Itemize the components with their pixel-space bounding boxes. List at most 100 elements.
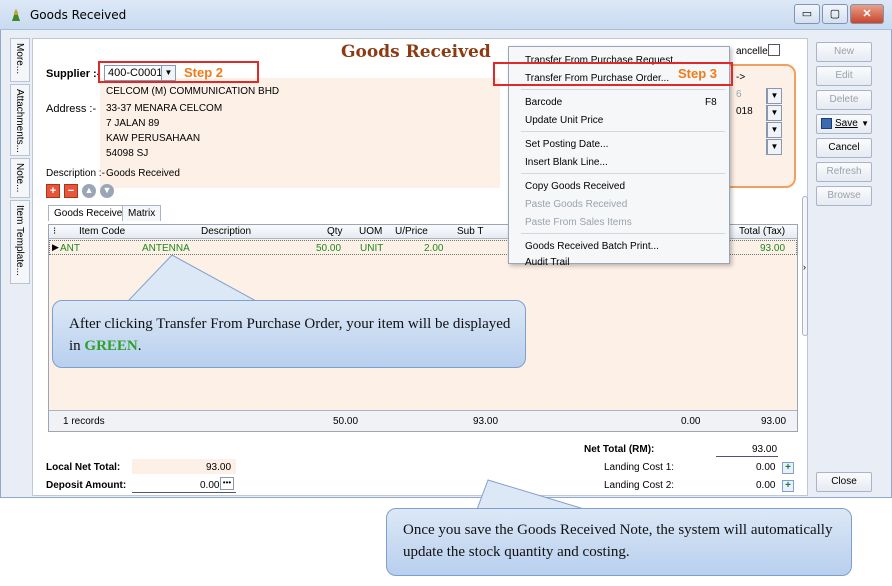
address-line-2: 7 JALAN 89 <box>106 118 160 129</box>
menu-item-paste-sales-items[interactable]: Paste From Sales Items <box>525 217 632 228</box>
title-bar[interactable]: Goods Received <box>0 0 892 30</box>
delete-button[interactable]: Delete <box>816 90 872 110</box>
combo-4[interactable]: ▼ <box>766 139 782 155</box>
side-tab-attachments[interactable]: Attachments... <box>10 84 30 156</box>
address-line-1: 33-37 MENARA CELCOM <box>106 103 223 114</box>
app-icon <box>12 9 20 21</box>
address-label: Address :- <box>46 103 97 115</box>
save-note-callout: Once you save the Goods Received Note, t… <box>386 508 852 576</box>
col-subtotal[interactable]: Sub T <box>457 226 484 237</box>
col-description[interactable]: Description <box>201 226 251 237</box>
side-tab-note-label: Note... <box>14 163 25 193</box>
save-label: Save <box>835 118 858 129</box>
side-tab-item-template[interactable]: Item Template... <box>10 200 30 284</box>
footer-qty: 50.00 <box>333 416 359 427</box>
tab-matrix[interactable]: Matrix <box>122 205 162 221</box>
side-tab-note[interactable]: Note... <box>10 158 30 198</box>
menu-item-update-unit-price[interactable]: Update Unit Price <box>525 115 603 126</box>
menu-separator <box>521 131 725 132</box>
supplier-label: Supplier :- <box>46 68 101 80</box>
cancel-button[interactable]: Cancel <box>816 138 872 158</box>
maximize-button[interactable]: ▢ <box>822 4 848 24</box>
col-qty[interactable]: Qty <box>327 226 343 237</box>
landing-cost1-value[interactable]: 0.00 <box>756 462 775 473</box>
row-qty[interactable]: 50.00 <box>316 243 341 254</box>
col-item-code[interactable]: Item Code <box>79 226 125 237</box>
partial-field-date: 018 <box>736 106 753 117</box>
refresh-button[interactable]: Refresh <box>816 162 872 182</box>
move-up-icon[interactable]: ▲ <box>82 184 96 198</box>
add-row-icon[interactable]: + <box>46 184 60 198</box>
row-item-code[interactable]: ANT <box>60 243 80 254</box>
local-net-total-value: 93.00 <box>206 462 232 473</box>
combo-1[interactable]: ▼ <box>766 88 782 104</box>
save-button[interactable]: Save ▼ <box>816 114 872 134</box>
menu-item-insert-blank-line[interactable]: Insert Blank Line... <box>525 157 608 168</box>
chevron-down-icon[interactable]: ▼ <box>767 140 781 154</box>
add-landing-cost2-icon[interactable]: + <box>782 480 794 492</box>
column-selector-icon[interactable]: ⁝ <box>53 226 56 237</box>
footer-records: 1 records <box>63 416 105 427</box>
grid-footer: 1 records 50.00 93.00 0.00 93.00 <box>49 410 797 430</box>
chevron-down-icon[interactable]: ▼ <box>767 89 781 103</box>
menu-item-paste-goods-received[interactable]: Paste Goods Received <box>525 199 627 210</box>
close-window-button[interactable]: ✕ <box>850 4 884 24</box>
footer-total: 93.00 <box>761 416 787 427</box>
callout-pointer-1 <box>126 255 257 302</box>
deposit-label: Deposit Amount: <box>46 480 127 491</box>
address-line-4: 54098 SJ <box>106 148 149 159</box>
side-tab-more[interactable]: More... <box>10 38 30 82</box>
cancelled-checkbox[interactable] <box>768 44 780 56</box>
side-tab-more-label: More... <box>14 43 25 75</box>
landing-cost1-label: Landing Cost 1: <box>604 462 675 473</box>
net-total-label: Net Total (RM): <box>584 444 655 455</box>
partial-field-number: 6 <box>736 89 742 100</box>
remove-row-icon[interactable]: − <box>64 184 78 198</box>
row-total-tax[interactable]: 93.00 <box>760 243 785 254</box>
menu-item-set-posting-date[interactable]: Set Posting Date... <box>525 139 608 150</box>
callout-text-2: Once you save the Goods Received Note, t… <box>403 522 833 560</box>
chevron-down-icon[interactable]: ▼ <box>767 106 781 120</box>
footer-subtotal: 93.00 <box>473 416 499 427</box>
ellipsis-icon[interactable]: ••• <box>220 477 234 490</box>
deposit-value[interactable]: 0.00 <box>200 480 219 491</box>
new-button[interactable]: New <box>816 42 872 62</box>
green-items-callout: After clicking Transfer From Purchase Or… <box>52 300 526 368</box>
col-uom[interactable]: UOM <box>359 226 382 237</box>
minimize-button[interactable]: ▭ <box>794 4 820 24</box>
window-title: Goods Received <box>30 8 127 22</box>
row-description[interactable]: ANTENNA <box>142 243 190 254</box>
edit-button[interactable]: Edit <box>816 66 872 86</box>
net-total-value: 93.00 <box>752 444 778 455</box>
menu-item-batch-print[interactable]: Goods Received Batch Print... <box>525 241 659 252</box>
close-button[interactable]: Close <box>816 472 872 492</box>
supplier-combo[interactable]: 400-C0001 ▼ <box>104 65 176 81</box>
menu-item-copy-goods-received[interactable]: Copy Goods Received <box>525 181 625 192</box>
step2-label: Step 2 <box>184 65 224 80</box>
supplier-code: 400-C0001 <box>108 67 163 79</box>
chevron-down-icon[interactable]: ▼ <box>861 115 869 133</box>
deposit-underline <box>132 492 236 493</box>
chevron-down-icon[interactable]: ▼ <box>767 123 781 137</box>
add-landing-cost1-icon[interactable]: + <box>782 462 794 474</box>
combo-2[interactable]: ▼ <box>766 105 782 121</box>
col-uprice[interactable]: U/Price <box>395 226 428 237</box>
callout-text-1-end: . <box>137 338 142 354</box>
landing-cost2-value[interactable]: 0.00 <box>756 480 775 491</box>
landing-cost2-label: Landing Cost 2: <box>604 480 675 491</box>
menu-item-barcode[interactable]: Barcode <box>525 97 562 108</box>
move-down-icon[interactable]: ▼ <box>100 184 114 198</box>
expand-panel-icon[interactable]: › <box>803 262 806 272</box>
row-uprice[interactable]: 2.00 <box>424 243 443 254</box>
supplier-name: CELCOM (M) COMMUNICATION BHD <box>106 86 280 97</box>
browse-button[interactable]: Browse <box>816 186 872 206</box>
menu-item-audit-trail[interactable]: Audit Trail <box>525 257 569 268</box>
description-field[interactable]: Goods Received <box>106 168 180 179</box>
combo-3[interactable]: ▼ <box>766 122 782 138</box>
address-line-3: KAW PERUSAHAAN <box>106 133 201 144</box>
menu-separator <box>521 233 725 234</box>
chevron-down-icon[interactable]: ▼ <box>161 66 175 80</box>
col-total-tax[interactable]: Total (Tax) <box>739 226 785 237</box>
callout-green-word: GREEN <box>84 338 138 354</box>
row-uom[interactable]: UNIT <box>360 243 383 254</box>
